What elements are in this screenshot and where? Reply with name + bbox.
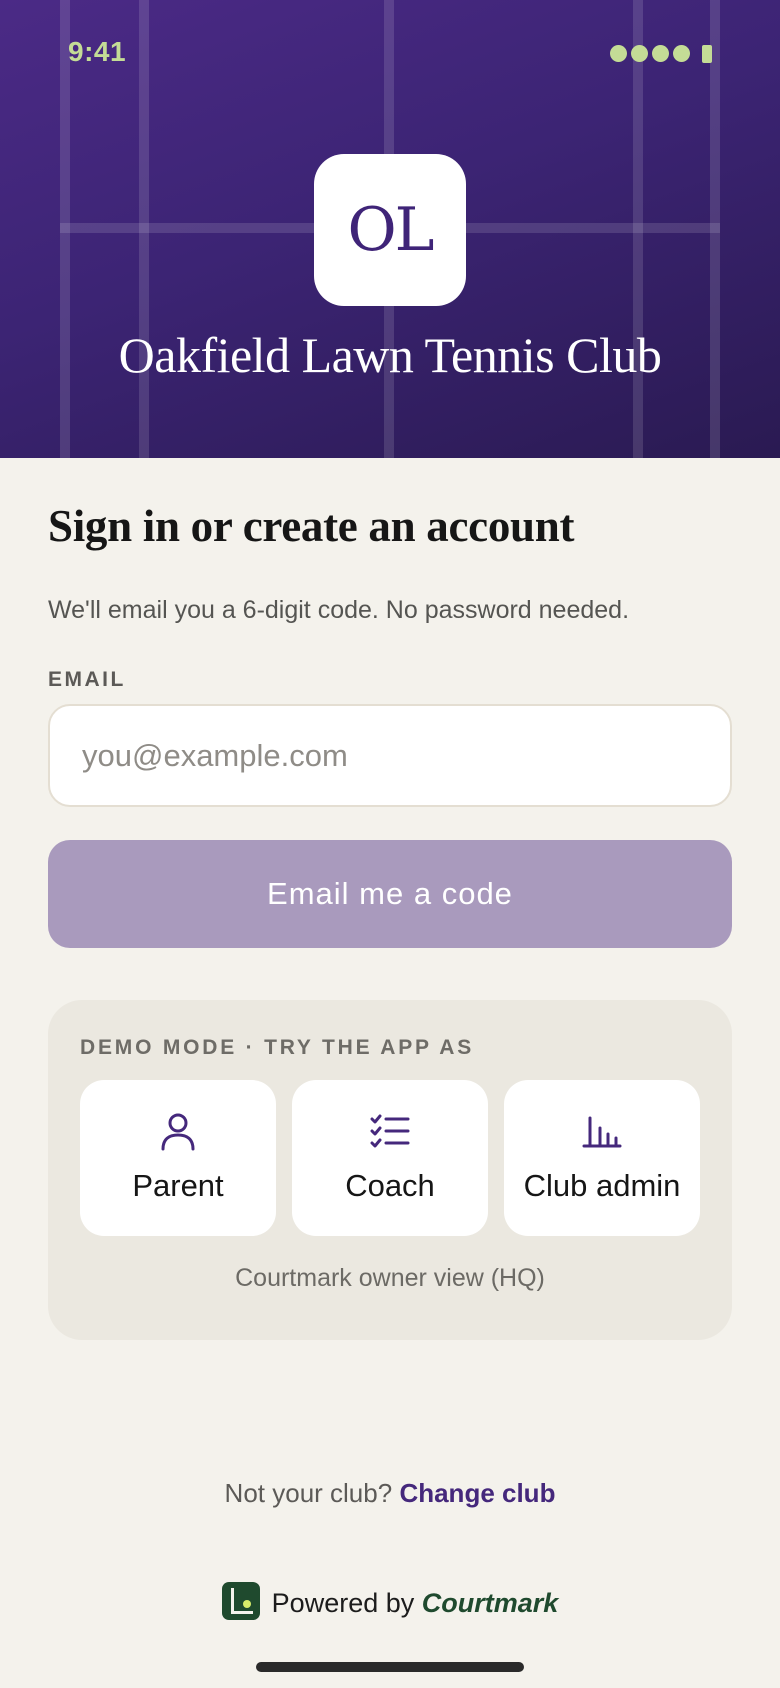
signin-title: Sign in or create an account (48, 501, 575, 551)
club-name: Oakfield Lawn Tennis Club (118, 327, 662, 383)
battery-icon (702, 45, 712, 63)
home-indicator[interactable] (256, 1662, 524, 1672)
person-icon (159, 1110, 197, 1152)
courtmark-logo-icon (221, 1582, 260, 1625)
powered-by-label: Powered by (271, 1588, 415, 1618)
signal-icon (610, 44, 712, 63)
signin-subtitle: We'll email you a 6-digit code. No passw… (48, 596, 630, 624)
club-logo: OL (314, 154, 466, 306)
role-label: Coach (345, 1168, 435, 1203)
club-hero: 9:41 OL Oakfield Lawn Tennis Club (0, 0, 780, 458)
owner-view-link[interactable]: Courtmark owner view (HQ) (48, 1264, 732, 1293)
email-field[interactable] (48, 704, 732, 807)
club-initials: OL (347, 195, 434, 265)
demo-role-coach[interactable]: Coach (292, 1080, 488, 1236)
not-your-club-text: Not your club? (224, 1478, 393, 1508)
demo-mode-panel: DEMO MODE · TRY THE APP AS Parent Coach (48, 1000, 732, 1340)
demo-role-parent[interactable]: Parent (80, 1080, 276, 1236)
bar-chart-icon (582, 1110, 622, 1152)
email-label: EMAIL (48, 668, 126, 691)
powered-by: Powered by Courtmark (0, 1582, 780, 1625)
demo-mode-label: DEMO MODE · TRY THE APP AS (80, 1036, 475, 1059)
checklist-icon (370, 1110, 410, 1152)
role-label: Club admin (523, 1168, 681, 1203)
change-club-row: Not your club? Change club (0, 1478, 780, 1509)
status-time: 9:41 (68, 36, 127, 67)
role-label: Parent (132, 1168, 224, 1203)
powered-by-text: Powered by Courtmark (272, 1588, 559, 1619)
email-code-button[interactable]: Email me a code (48, 840, 732, 948)
courtmark-brand: Courtmark (421, 1588, 559, 1618)
change-club-link[interactable]: Change club (399, 1478, 555, 1508)
demo-role-club-admin[interactable]: Club admin (504, 1080, 700, 1236)
